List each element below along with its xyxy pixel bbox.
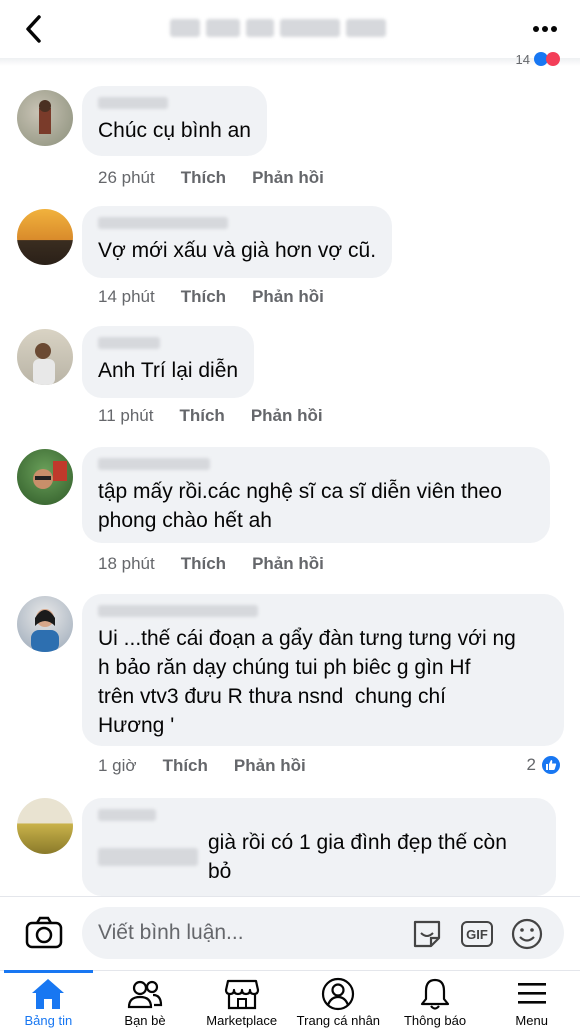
comment-text: già rồi có 1 gia đình đẹp thế còn bỏ <box>208 831 507 883</box>
back-button[interactable] <box>18 14 48 44</box>
active-tab-indicator <box>4 970 93 973</box>
avatar[interactable] <box>17 596 73 652</box>
comment-bubble[interactable]: Chúc cụ bình an <box>82 86 267 156</box>
comment-text: tập mấy rồi.các nghệ sĩ ca sĩ diễn viên … <box>98 480 502 532</box>
nav-label: Bảng tin <box>24 1013 73 1028</box>
comment-text: Ui ...thế cái đoạn a gẩy đàn tưng tưng v… <box>98 627 516 737</box>
more-dots-icon <box>533 26 557 32</box>
camera-icon <box>25 916 63 949</box>
sticker-icon <box>413 920 441 948</box>
comment-text: Anh Trí lại diễn <box>98 359 239 382</box>
comment-bubble[interactable]: Anh Trí lại diễn <box>82 326 255 398</box>
blurred-page-title <box>170 16 410 40</box>
avatar[interactable] <box>17 209 73 265</box>
like-button[interactable]: Thích <box>181 168 226 188</box>
author-name-blurred[interactable] <box>98 457 534 473</box>
comment-bubble[interactable]: Vợ mới xấu và già hơn vợ cũ. <box>82 206 393 278</box>
like-button[interactable]: Thích <box>181 287 226 307</box>
love-reaction-icon <box>546 52 560 66</box>
avatar[interactable] <box>17 90 73 146</box>
nav-marketplace[interactable]: Marketplace <box>193 971 290 1031</box>
comment-input[interactable]: Viết bình luận... GIF <box>82 907 564 959</box>
camera-button[interactable] <box>24 915 64 951</box>
author-name-blurred[interactable] <box>98 96 251 112</box>
comment-actions: 1 giờ Thích Phản hồi <box>98 756 306 776</box>
marketplace-icon <box>224 979 259 1010</box>
author-name-blurred[interactable] <box>98 808 540 824</box>
nav-label: Trang cá nhân <box>296 1013 381 1028</box>
thumbs-up-icon <box>540 754 562 776</box>
blurred-text <box>98 848 198 866</box>
comment-time[interactable]: 14 phút <box>98 287 155 307</box>
sticker-button[interactable] <box>410 917 444 951</box>
avatar[interactable] <box>17 329 73 385</box>
nav-label: Marketplace <box>206 1013 278 1028</box>
nav-label: Menu <box>515 1013 548 1028</box>
emoji-icon <box>511 918 543 950</box>
nav-label: Bạn bè <box>124 1013 166 1028</box>
comment-actions: 26 phút Thích Phản hồi <box>98 168 324 188</box>
author-name-blurred[interactable] <box>98 216 376 232</box>
comment-time[interactable]: 1 giờ <box>98 756 137 776</box>
reply-button[interactable]: Phản hồi <box>252 287 324 307</box>
nav-menu[interactable]: Menu <box>483 971 580 1031</box>
top-bar <box>0 0 580 58</box>
author-name-blurred[interactable] <box>98 336 238 352</box>
gif-button[interactable]: GIF <box>460 917 494 951</box>
comment-time[interactable]: 11 phút <box>98 406 153 426</box>
comment-text: Vợ mới xấu và già hơn vợ cũ. <box>98 239 377 262</box>
reply-button[interactable]: Phản hồi <box>251 406 323 426</box>
author-name-blurred[interactable] <box>98 604 548 620</box>
comment-actions: 18 phút Thích Phản hồi <box>98 554 324 574</box>
comment-time[interactable]: 26 phút <box>98 168 155 188</box>
comment-list: Chúc cụ bình an 26 phút Thích Phản hồi V… <box>0 66 580 896</box>
comment-bubble[interactable]: Ui ...thế cái đoạn a gẩy đàn tưng tưng v… <box>82 594 564 746</box>
comment-bubble[interactable]: tập mấy rồi.các nghệ sĩ ca sĩ diễn viên … <box>82 447 550 543</box>
avatar[interactable] <box>17 449 73 505</box>
avatar[interactable] <box>17 798 73 854</box>
like-button[interactable]: Thích <box>181 554 226 574</box>
header-divider <box>0 58 580 66</box>
comment-input-placeholder: Viết bình luận... <box>98 921 244 944</box>
like-button[interactable]: Thích <box>163 756 208 776</box>
comment-actions: 14 phút Thích Phản hồi <box>98 287 324 307</box>
nav-label: Thông báo <box>403 1013 467 1028</box>
emoji-button[interactable] <box>510 917 544 951</box>
reaction-count[interactable]: 2 <box>527 754 562 776</box>
comment-actions: 11 phút Thích Phản hồi <box>98 406 323 426</box>
comment-bubble[interactable]: già rồi có 1 gia đình đẹp thế còn bỏ <box>82 798 556 896</box>
home-icon <box>32 979 65 1009</box>
nav-news-feed[interactable]: Bảng tin <box>0 970 97 1031</box>
top-reaction-count: 14 <box>515 51 530 67</box>
comment-composer: Viết bình luận... GIF <box>0 896 580 970</box>
more-options-button[interactable] <box>530 14 560 44</box>
menu-icon <box>517 983 546 1004</box>
like-button[interactable]: Thích <box>179 406 224 426</box>
nav-profile[interactable]: Trang cá nhân <box>290 971 387 1031</box>
reply-button[interactable]: Phản hồi <box>252 168 324 188</box>
reply-button[interactable]: Phản hồi <box>234 756 306 776</box>
reply-button[interactable]: Phản hồi <box>252 554 324 574</box>
comment-text: Chúc cụ bình an <box>98 119 251 142</box>
top-reaction-summary[interactable]: 14 <box>515 51 560 67</box>
nav-notifications[interactable]: Thông báo <box>387 971 484 1031</box>
comment-time[interactable]: 18 phút <box>98 554 155 574</box>
friends-icon <box>127 980 163 1009</box>
profile-icon <box>322 977 355 1011</box>
bottom-navigation: Bảng tin Bạn bè Marketplace Trang cá nhâ… <box>0 970 580 1031</box>
chevron-left-icon <box>26 15 41 43</box>
bell-icon <box>420 978 450 1010</box>
nav-friends[interactable]: Bạn bè <box>97 971 194 1031</box>
gif-icon: GIF <box>461 921 493 947</box>
reaction-count-value: 2 <box>526 755 536 774</box>
